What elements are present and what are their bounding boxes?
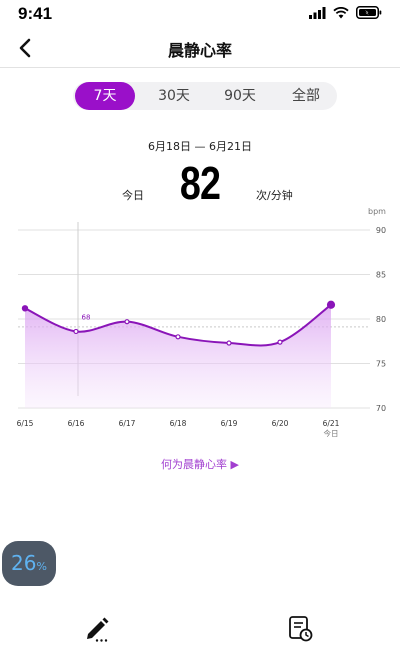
cellular-signal-icon <box>309 6 326 19</box>
data-point <box>326 300 336 309</box>
tab-all[interactable]: 全部 <box>275 82 337 110</box>
report-history-button[interactable] <box>287 614 315 644</box>
data-point <box>277 339 283 345</box>
x-tick-sublabel: 今日 <box>324 428 339 438</box>
date-range: 6月18日 — 6月21日 <box>148 140 252 153</box>
wifi-icon <box>333 6 349 18</box>
data-point <box>175 334 181 340</box>
progress-badge-unit: % <box>36 560 47 573</box>
x-tick-label: 6/20 <box>272 419 289 428</box>
tab-7-days[interactable]: 7天 <box>75 82 135 110</box>
data-point <box>73 328 79 335</box>
heart-rate-chart[interactable]: bpm 90 85 80 75 70 68 6/15 6/16 6/17 6/18 6/19 6/20 6… <box>0 200 400 445</box>
status-time: 9:41 <box>18 4 53 23</box>
data-point <box>226 340 232 346</box>
y-tick-label: 80 <box>376 315 386 324</box>
progress-badge[interactable]: 26% <box>2 541 56 586</box>
bottom-toolbar <box>0 600 400 650</box>
selected-point-label: 68 <box>82 313 91 321</box>
edit-pen-icon <box>87 617 109 642</box>
x-tick-label: 6/18 <box>170 419 187 428</box>
data-point <box>124 319 130 325</box>
nav-bar: 晨静心率 <box>0 28 400 68</box>
y-tick-label: 90 <box>376 226 386 235</box>
tab-30-days[interactable]: 30天 <box>143 82 205 110</box>
y-tick-label: 75 <box>376 360 386 369</box>
y-tick-label: 70 <box>376 404 386 413</box>
x-tick-label: 6/15 <box>17 419 34 428</box>
x-tick-label: 6/19 <box>221 419 238 428</box>
edit-button[interactable] <box>84 614 112 644</box>
data-point <box>21 305 29 312</box>
tab-90-days[interactable]: 90天 <box>209 82 271 110</box>
x-tick-label: 6/17 <box>119 419 136 428</box>
status-bar: 9:41 <box>0 0 400 28</box>
progress-badge-value: 26 <box>11 551 37 575</box>
y-axis-unit: bpm <box>368 207 386 216</box>
range-tabs: 7天 30天 90天 全部 <box>73 82 337 110</box>
report-clock-icon <box>289 616 313 642</box>
x-tick-label: 6/21 <box>323 419 340 428</box>
status-icons <box>309 6 382 19</box>
x-tick-label: 6/16 <box>68 419 85 428</box>
what-is-resting-hr-link[interactable]: 何为晨静心率 ▶ <box>0 456 400 472</box>
area-fill <box>25 304 331 408</box>
battery-icon <box>356 6 382 19</box>
y-tick-label: 85 <box>376 271 386 280</box>
page-title: 晨静心率 <box>167 41 232 60</box>
